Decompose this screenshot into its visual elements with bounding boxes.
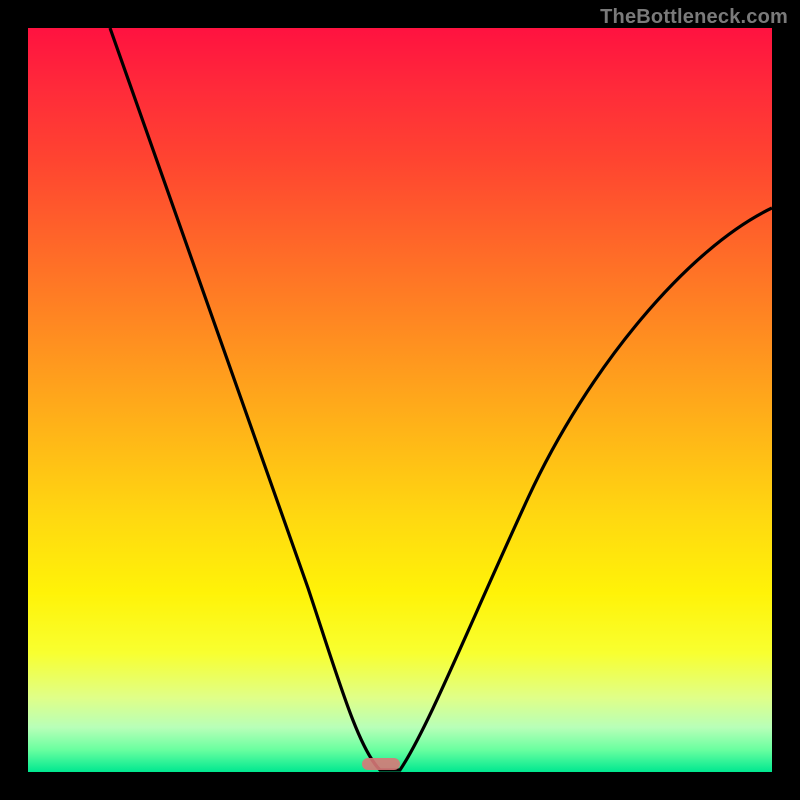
plot-area	[28, 28, 772, 772]
bottleneck-curve	[28, 28, 772, 772]
optimum-marker	[362, 758, 400, 770]
watermark: TheBottleneck.com	[600, 6, 788, 29]
chart-frame: TheBottleneck.com	[0, 0, 800, 800]
